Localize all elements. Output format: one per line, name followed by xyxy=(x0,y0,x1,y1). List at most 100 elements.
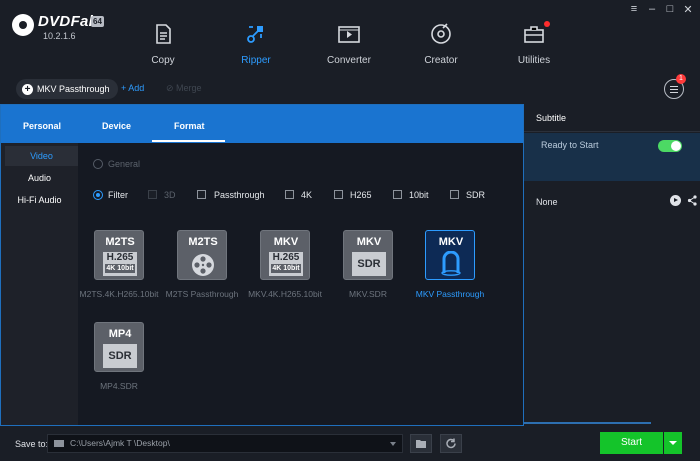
dvdfab-window: DVDFab 64 10.2.1.6 Copy Ripper Converter… xyxy=(0,0,700,461)
output-path-field[interactable]: C:\Users\Ajmk T \Desktop\ xyxy=(47,434,403,453)
tile-badge: SDR xyxy=(352,252,386,276)
format-category-menu: Video Audio Hi-Fi Audio xyxy=(1,143,78,425)
general-radio[interactable] xyxy=(93,159,103,169)
browse-folder-button[interactable] xyxy=(410,434,432,453)
profile-caption: M2TS.4K.H265.10bit xyxy=(79,289,159,299)
nav-creator[interactable]: Creator xyxy=(403,22,479,72)
filter-3d-checkbox[interactable] xyxy=(148,190,157,199)
share-icon[interactable] xyxy=(687,195,698,206)
close-icon[interactable]: ✕ xyxy=(682,3,694,16)
subtitle-value[interactable]: None xyxy=(536,197,558,207)
notification-dot xyxy=(544,21,550,27)
plus-circle-icon: + xyxy=(22,83,33,95)
filter-sdr-label: SDR xyxy=(466,190,486,200)
merge-button[interactable]: ⊘ Merge xyxy=(166,83,202,94)
folder-open-icon xyxy=(416,440,426,448)
filter-label: Filter xyxy=(108,190,128,200)
profile-m2ts-4k-h265-10bit[interactable]: M2TS H.265 4K 10bit xyxy=(94,230,144,280)
profile-mp4-sdr[interactable]: MP4 SDR xyxy=(94,322,144,372)
app-version: 10.2.1.6 xyxy=(43,31,76,41)
title-list-panel: Subtitle Ready to Start None xyxy=(524,104,700,426)
minimize-icon[interactable]: – xyxy=(646,3,658,16)
tile-badge: H.265 4K 10bit xyxy=(269,252,303,276)
tile-format: MKV xyxy=(356,236,382,248)
enable-toggle[interactable] xyxy=(658,140,682,152)
filter-3d-label: 3D xyxy=(164,190,176,200)
tab-personal[interactable]: Personal xyxy=(23,121,61,131)
start-options-dropdown[interactable] xyxy=(664,432,682,454)
tile-format: MKV xyxy=(438,236,464,248)
nav-converter-label: Converter xyxy=(327,55,371,66)
add-label: Add xyxy=(128,83,145,93)
settings-menu-icon[interactable]: ≡ xyxy=(628,3,640,16)
filter-h265-label: H265 xyxy=(350,190,372,200)
top-bar: DVDFab 64 10.2.1.6 Copy Ripper Converter… xyxy=(0,0,700,75)
save-to-label: Save to: xyxy=(15,439,49,449)
maximize-icon[interactable]: □ xyxy=(664,3,676,16)
profile-mkv-passthrough[interactable]: MKV xyxy=(425,230,475,280)
filter-h265-checkbox[interactable] xyxy=(334,190,343,199)
filter-radio[interactable] xyxy=(93,190,103,200)
filter-10bit-checkbox[interactable] xyxy=(393,190,402,199)
nav-copy-label: Copy xyxy=(151,55,175,66)
profile-selector-button[interactable]: + MKV Passthrough xyxy=(16,79,118,99)
filter-sdr-checkbox[interactable] xyxy=(450,190,459,199)
merge-label: Merge xyxy=(176,83,202,93)
profile-caption: MP4.SDR xyxy=(100,381,138,391)
merge-icon: ⊘ xyxy=(166,83,177,93)
nav-ripper[interactable]: Ripper xyxy=(218,22,294,72)
category-hifi-audio[interactable]: Hi-Fi Audio xyxy=(1,190,78,210)
chevron-down-icon[interactable] xyxy=(390,442,396,446)
tab-device[interactable]: Device xyxy=(102,121,131,131)
general-label: General xyxy=(108,159,141,169)
nav-copy[interactable]: Copy xyxy=(125,22,201,72)
profile-m2ts-passthrough[interactable]: M2TS xyxy=(177,230,227,280)
profile-picker-panel: Personal Device Format Video Audio Hi-Fi… xyxy=(0,104,524,426)
creator-icon xyxy=(431,23,451,44)
passthrough-icon xyxy=(441,251,461,276)
add-button[interactable]: + Add xyxy=(121,83,144,93)
horizontal-scrollbar[interactable] xyxy=(524,422,651,424)
category-video[interactable]: Video xyxy=(5,146,78,166)
brand-badge: 64 xyxy=(91,16,104,27)
tile-badge: H.265 4K 10bit xyxy=(103,252,137,276)
profile-caption: MKV.SDR xyxy=(349,289,387,299)
filter-10bit-label: 10bit xyxy=(409,190,429,200)
profile-mkv-sdr[interactable]: MKV SDR xyxy=(343,230,393,280)
nav-converter[interactable]: Converter xyxy=(311,22,387,72)
filter-passthrough-checkbox[interactable] xyxy=(197,190,206,199)
filter-passthrough-label: Passthrough xyxy=(214,190,265,200)
tab-format[interactable]: Format xyxy=(174,121,205,131)
play-icon[interactable] xyxy=(670,195,681,206)
profile-caption: M2TS Passthrough xyxy=(165,289,239,299)
converter-icon xyxy=(338,26,360,43)
copy-icon xyxy=(156,24,171,44)
status-text: Ready to Start xyxy=(541,140,599,150)
format-profile-grid: General Filter 3D Passthrough 4K H265 10… xyxy=(78,143,523,425)
refresh-icon xyxy=(446,438,456,449)
profile-caption: MKV.4K.H265.10bit xyxy=(248,289,322,299)
tile-badge: SDR xyxy=(103,344,137,368)
folder-icon xyxy=(54,440,64,447)
nav-utilities[interactable]: Utilities xyxy=(496,21,572,72)
filter-4k-checkbox[interactable] xyxy=(285,190,294,199)
filter-4k-label: 4K xyxy=(301,190,313,200)
profile-caption: MKV Passthrough xyxy=(415,289,485,299)
tile-format: MKV xyxy=(273,236,299,248)
list-icon xyxy=(670,85,678,87)
profile-mkv-4k-h265-10bit[interactable]: MKV H.265 4K 10bit xyxy=(260,230,310,280)
tile-format: MP4 xyxy=(108,328,132,340)
bottom-bar: Save to: C:\Users\Ajmk T \Desktop\ Start xyxy=(0,426,700,461)
toolbar: + MKV Passthrough + Add ⊘ Merge 1 xyxy=(0,74,700,104)
nav-creator-label: Creator xyxy=(424,55,458,66)
nav-utilities-label: Utilities xyxy=(517,55,551,66)
refresh-button[interactable] xyxy=(440,434,462,453)
category-audio[interactable]: Audio xyxy=(1,168,78,188)
utilities-icon xyxy=(524,26,544,43)
start-button[interactable]: Start xyxy=(600,432,663,454)
profile-tabs: Personal Device Format xyxy=(1,105,523,143)
output-path-text: C:\Users\Ajmk T \Desktop\ xyxy=(70,438,170,448)
tile-format: M2TS xyxy=(188,236,218,248)
dvdfab-logo-icon xyxy=(12,14,34,36)
profile-selector-label: MKV Passthrough xyxy=(37,84,110,94)
